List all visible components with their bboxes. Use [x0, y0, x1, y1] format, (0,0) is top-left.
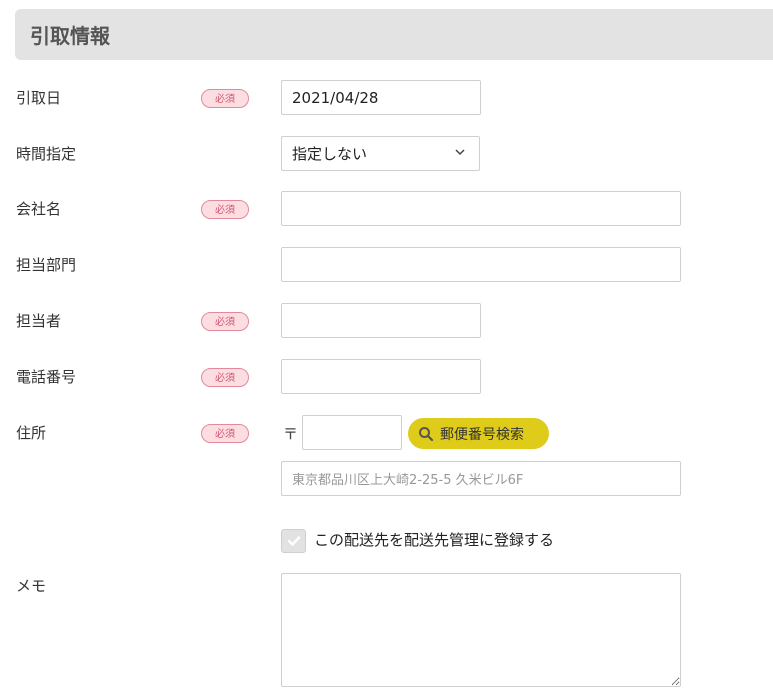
time-select[interactable]: 指定しない — [281, 136, 480, 171]
address-label: 住所 — [16, 424, 47, 442]
register-label[interactable]: この配送先を配送先管理に登録する — [314, 530, 554, 550]
section-header: 引取情報 — [15, 9, 773, 60]
required-badge: 必須 — [201, 89, 249, 108]
required-badge: 必須 — [201, 200, 249, 219]
zip-search-label: 郵便番号検索 — [440, 425, 524, 442]
person-input[interactable] — [281, 303, 481, 338]
time-label: 時間指定 — [16, 145, 77, 163]
company-input[interactable] — [281, 191, 681, 226]
checkmark-icon — [287, 536, 300, 546]
section-title: 引取情報 — [30, 24, 110, 48]
zip-code-input[interactable] — [302, 415, 402, 450]
memo-label: メモ — [16, 577, 47, 595]
department-input[interactable] — [281, 247, 681, 282]
required-badge: 必須 — [201, 368, 249, 387]
register-checkbox[interactable] — [281, 529, 306, 553]
person-label: 担当者 — [16, 312, 62, 330]
phone-input[interactable] — [281, 359, 481, 394]
phone-label: 電話番号 — [16, 368, 77, 386]
company-label: 会社名 — [16, 200, 62, 218]
required-badge: 必須 — [201, 312, 249, 331]
postal-mark: 〒 — [283, 425, 299, 443]
department-label: 担当部門 — [16, 256, 77, 274]
memo-textarea[interactable] — [281, 573, 681, 687]
chevron-down-icon — [455, 149, 465, 156]
zip-search-button[interactable]: 郵便番号検索 — [408, 418, 549, 449]
pickup-date-input[interactable] — [281, 80, 481, 115]
search-icon — [419, 426, 434, 441]
time-select-value: 指定しない — [292, 145, 368, 163]
pickup-date-label: 引取日 — [16, 89, 62, 107]
address-input[interactable] — [281, 461, 681, 496]
required-badge: 必須 — [201, 424, 249, 443]
